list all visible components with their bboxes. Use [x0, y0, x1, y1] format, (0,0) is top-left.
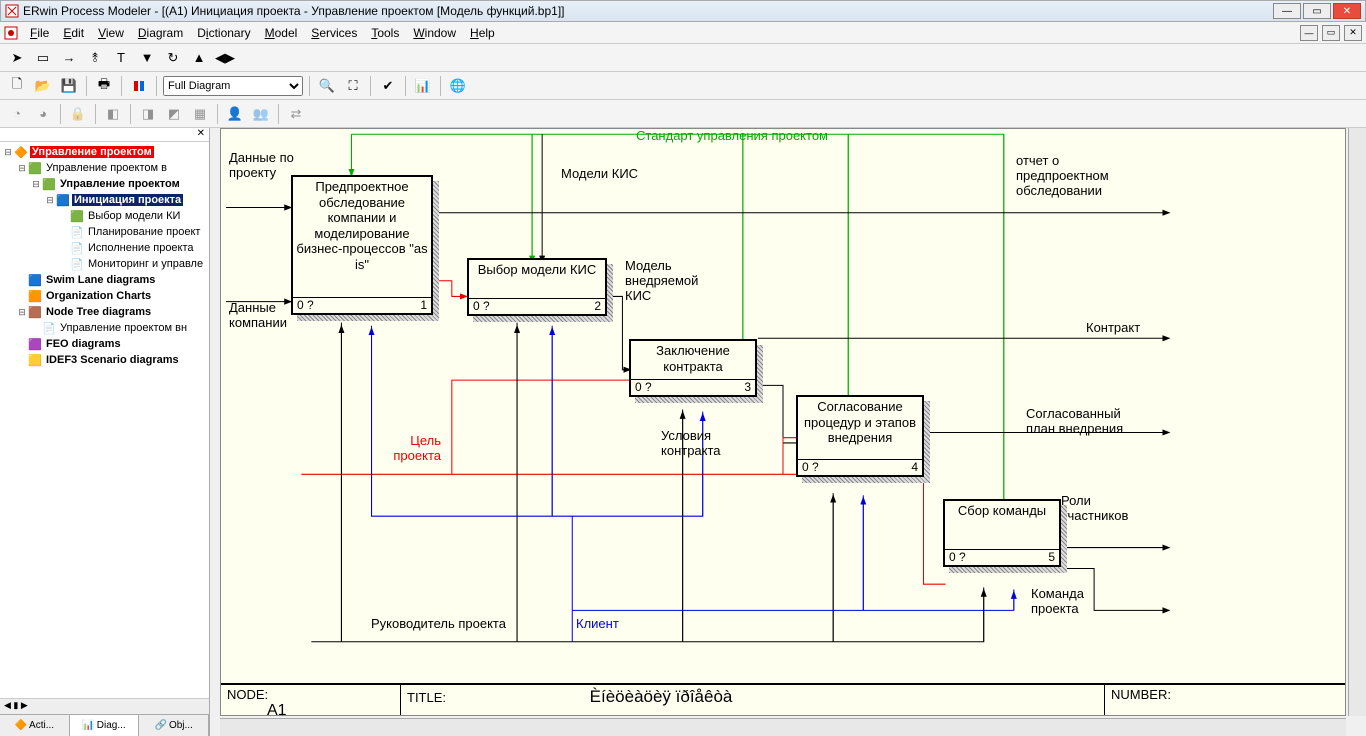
squiggle-tool-icon[interactable]: ⥉ [84, 47, 106, 69]
window-titlebar: ERwin Process Modeler - [(A1) Инициация … [0, 0, 1366, 22]
activity-box-1[interactable]: Предпроектное обследование компании и мо… [291, 175, 433, 315]
input-label-2: Модели КИС [561, 167, 638, 182]
cube2-icon: ◨ [137, 103, 159, 125]
go-up-icon[interactable]: ▲ [188, 47, 210, 69]
model-tree[interactable]: ⊟🔶Управление проектом ⊟🟩Управление проек… [0, 142, 209, 698]
output-label-6: Команда проекта [1031, 587, 1101, 617]
input-label-1: Данные по проекту [229, 151, 299, 181]
cube1-icon: ◧ [102, 103, 124, 125]
user1-icon[interactable]: 👤 [224, 103, 246, 125]
output-label-4: Согласованный план внедрения [1026, 407, 1146, 437]
activity-box-3[interactable]: Заключение контракта 0 ?3 [629, 339, 757, 397]
diagram-area: Стандарт управления проектом Данные по п… [210, 128, 1366, 736]
window-title: ERwin Process Modeler - [(A1) Инициация … [23, 4, 1273, 18]
pointer-tool-icon[interactable]: ➤ [6, 47, 28, 69]
output-label-5: Роли участников [1061, 494, 1141, 524]
zoom-in-icon[interactable]: 🔍 [316, 75, 338, 97]
menu-tools[interactable]: Tools [365, 24, 405, 42]
print-icon[interactable]: 🖶 [93, 75, 115, 97]
mdi-restore-button[interactable]: ▭ [1322, 25, 1340, 41]
canvas-vscroll[interactable] [1348, 128, 1366, 716]
input-label-3: Данные компании [229, 301, 299, 331]
text-tool-icon[interactable]: T [110, 47, 132, 69]
activity-box-4[interactable]: Согласование процедур и этапов внедрения… [796, 395, 924, 477]
grid-icon: ▦ [189, 103, 211, 125]
control-label: Стандарт управления проектом [636, 129, 828, 144]
cube3-icon: ◩ [163, 103, 185, 125]
canvas-hscroll[interactable] [220, 718, 1346, 736]
transfer-icon: ⇄ [285, 103, 307, 125]
activity-box-5[interactable]: Сбор команды 0 ?5 [943, 499, 1061, 567]
panel-close-icon[interactable]: ✕ [197, 128, 205, 139]
app-icon [5, 4, 19, 18]
window-close-button[interactable]: ✕ [1333, 3, 1361, 19]
toolbar-services: ◔ ◕ 🔒 ◧ ◨ ◩ ▦ 👤 👥 ⇄ [0, 100, 1366, 128]
menu-bar: File Edit View Diagram Dictionary Model … [0, 22, 1366, 44]
mechanism-label-2: Клиент [576, 617, 619, 632]
menu-window[interactable]: Window [407, 24, 462, 42]
mechanism-label-1: Руководитель проекта [371, 617, 506, 632]
toolbar-standard: 🗋 📂 💾 🖶 Full Diagram 🔍 ⛶ ✔ 📊 🌐 [0, 72, 1366, 100]
menu-diagram[interactable]: Diagram [132, 24, 189, 42]
go-down-icon[interactable]: ▼ [136, 47, 158, 69]
window-maximize-button[interactable]: ▭ [1303, 3, 1331, 19]
menu-file[interactable]: File [24, 24, 55, 42]
tree-hscroll[interactable]: ◀ ▮ ▶ [0, 698, 209, 714]
output-label-3: Контракт [1086, 321, 1140, 336]
menu-dictionary[interactable]: Dictionary [191, 24, 256, 42]
toolbar-drawing: ➤ ▭ → ⥉ T ▼ ↻ ▲ ◀▶ [0, 44, 1366, 72]
condition-label: Условия контракта [661, 429, 731, 459]
report-icon[interactable] [128, 75, 150, 97]
diagram-footer: NODE: A1 TITLE: Èíèöèàöèÿ ïðîåêòà NUMBER… [221, 683, 1345, 715]
zoom-combo[interactable]: Full Diagram [163, 76, 303, 96]
model-explorer-panel: ✕ ⊟🔶Управление проектом ⊟🟩Управление про… [0, 128, 210, 736]
menu-help[interactable]: Help [464, 24, 501, 42]
spellcheck-icon[interactable]: ✔ [377, 75, 399, 97]
save-icon[interactable]: 💾 [58, 75, 80, 97]
tab-objects[interactable]: 🔗 Obj... [139, 715, 209, 736]
menu-services[interactable]: Services [305, 24, 363, 42]
svc2-icon: ◕ [32, 103, 54, 125]
window-minimize-button[interactable]: — [1273, 3, 1301, 19]
menu-model[interactable]: Model [259, 24, 304, 42]
refresh-icon[interactable]: ↻ [162, 47, 184, 69]
output-label-1: отчет о предпроектном обследовании [1016, 154, 1136, 199]
goal-label: Цель проекта [381, 434, 441, 464]
mdi-icon [4, 26, 18, 40]
lock-icon: 🔒 [67, 103, 89, 125]
output-label-2: Модель внедряемой КИС [625, 259, 715, 304]
svc1-icon: ◔ [6, 103, 28, 125]
arrow-tool-icon[interactable]: → [58, 47, 80, 69]
mdi-minimize-button[interactable]: — [1300, 25, 1318, 41]
tab-diagrams[interactable]: 📊 Diag... [70, 715, 140, 736]
menu-edit[interactable]: Edit [57, 24, 90, 42]
new-icon[interactable]: 🗋 [6, 75, 28, 97]
activity-box-2[interactable]: Выбор модели КИС 0 ?2 [467, 258, 607, 316]
box-tool-icon[interactable]: ▭ [32, 47, 54, 69]
zoom-fit-icon[interactable]: ⛶ [342, 75, 364, 97]
menu-view[interactable]: View [92, 24, 130, 42]
open-icon[interactable]: 📂 [32, 75, 54, 97]
tab-activities[interactable]: 🔶 Acti... [0, 715, 70, 736]
user2-icon: 👥 [250, 103, 272, 125]
diagram-canvas[interactable]: Стандарт управления проектом Данные по п… [220, 128, 1346, 716]
sibling-icon[interactable]: ◀▶ [214, 47, 236, 69]
mdi-close-button[interactable]: ✕ [1344, 25, 1362, 41]
globe-icon[interactable]: 🌐 [447, 75, 469, 97]
model-explorer-icon[interactable]: 📊 [412, 75, 434, 97]
